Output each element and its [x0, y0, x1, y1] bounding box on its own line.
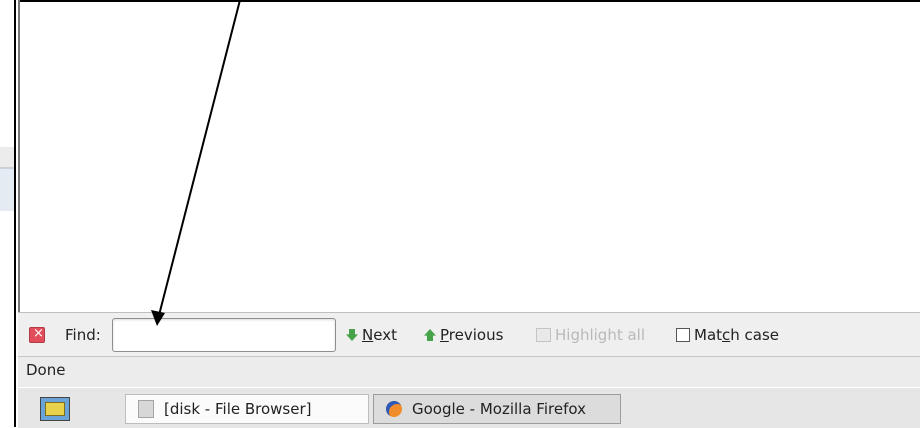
find-previous-label: Previous [440, 326, 504, 344]
taskbar-item-label: [disk - File Browser] [164, 400, 312, 418]
highlight-all-button[interactable]: Highlight all [536, 324, 645, 346]
checkbox-icon[interactable] [676, 328, 690, 342]
taskbar-item-label: Google - Mozilla Firefox [412, 400, 586, 418]
arrow-down-icon [346, 329, 358, 341]
find-label: Find: [65, 326, 101, 344]
status-text: Done [26, 361, 66, 379]
match-case-checkbox[interactable]: Match case [676, 324, 779, 346]
taskbar-item-firefox[interactable]: Google - Mozilla Firefox [373, 394, 621, 424]
taskbar-item-file-browser[interactable]: [disk - File Browser] [125, 394, 369, 424]
highlight-all-label: Highlight all [555, 326, 646, 344]
find-next-label: Next [362, 326, 397, 344]
find-next-button[interactable]: Next [346, 324, 397, 346]
background-window-strip [0, 147, 14, 168]
find-close-icon[interactable] [29, 326, 45, 343]
highlight-icon [536, 328, 551, 342]
background-window-selection [0, 168, 14, 211]
desktop-icon[interactable] [40, 397, 70, 421]
page-content-area [18, 0, 920, 312]
find-input[interactable] [112, 318, 336, 352]
firefox-icon [386, 401, 402, 417]
content-left-border [18, 0, 20, 312]
find-previous-button[interactable]: Previous [424, 324, 503, 346]
arrow-up-icon [424, 329, 436, 341]
file-browser-icon [138, 400, 154, 418]
content-top-border [18, 0, 920, 2]
status-bar [18, 356, 920, 388]
match-case-label: Match case [694, 326, 780, 344]
